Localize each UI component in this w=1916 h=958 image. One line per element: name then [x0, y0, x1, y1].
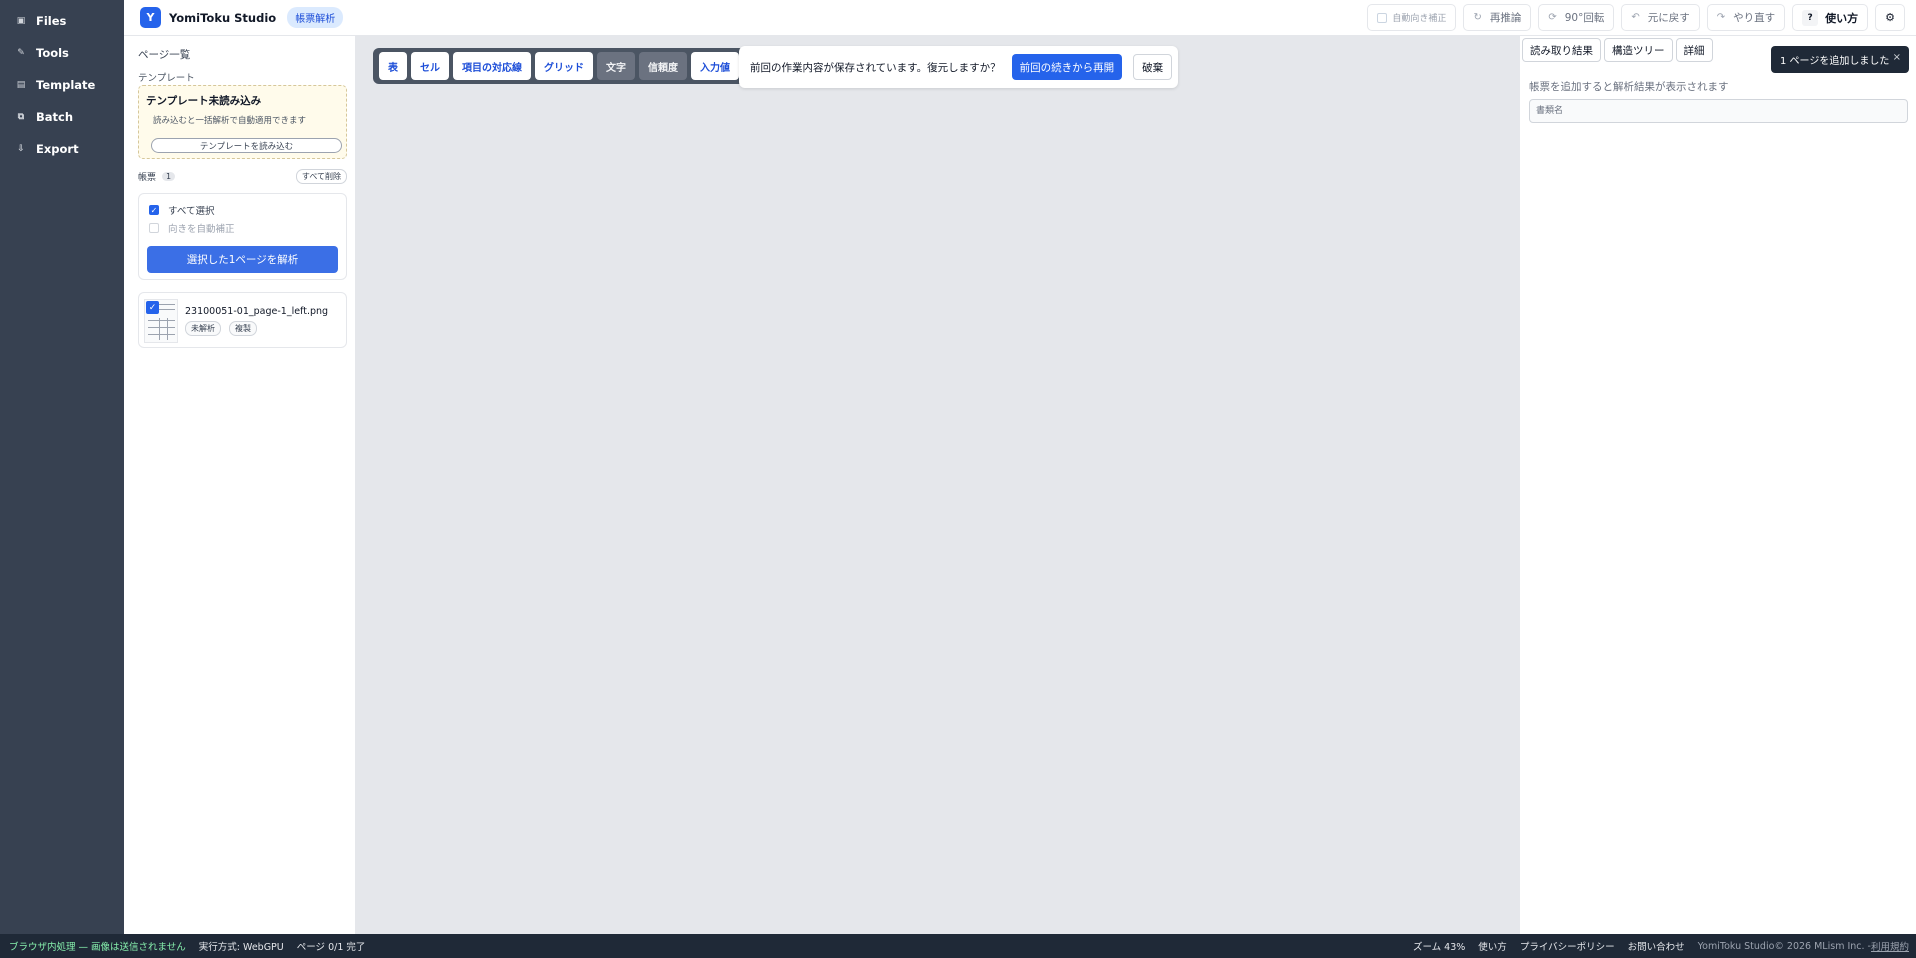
nav-label: Template: [36, 78, 96, 92]
privacy-policy-link[interactable]: プライバシーポリシー: [1520, 939, 1615, 953]
auto-orient-option-label: 向きを自動補正: [168, 224, 235, 235]
sidebar-title: ページ一覧: [138, 49, 191, 61]
undo-button[interactable]: ↶ 元に戻す: [1621, 4, 1700, 31]
file-name: 23100051-01_page-1_left.png: [185, 306, 329, 317]
parse-selected-button[interactable]: 選択した1ページを解析: [147, 246, 338, 273]
copyright: YomiToku Studio© 2026 MLism Inc. -: [1697, 940, 1871, 952]
page-progress: ページ 0/1 完了: [296, 942, 366, 953]
help-icon: ?: [1802, 9, 1819, 26]
nav-item-export[interactable]: ⇩ Export: [0, 133, 124, 165]
nav-label: Tools: [36, 46, 69, 60]
undo-label: 元に戻す: [1647, 12, 1690, 24]
select-all-row[interactable]: ✓ すべて選択: [149, 203, 214, 217]
batch-icon: ⧉: [17, 112, 25, 122]
results-tabs: 読み取り結果 構造ツリー 詳細: [1522, 38, 1716, 62]
terms-link[interactable]: 利用規約: [1871, 939, 1909, 953]
file-select-checkbox[interactable]: ✓: [146, 301, 159, 314]
template-panel: テンプレート未読み込み 読み込むと一括解析で自動適用できます テンプレートを読み…: [138, 85, 347, 159]
nav-label: Files: [36, 14, 67, 28]
auto-orient-label: 自動向き補正: [1392, 14, 1447, 24]
duplicate-badge[interactable]: 複製: [229, 321, 257, 336]
nav-label: Export: [36, 142, 79, 156]
toggle-table[interactable]: 表: [379, 52, 407, 80]
undo-icon: ↶: [1631, 12, 1640, 23]
mode-badge: 帳票解析: [287, 7, 344, 28]
settings-button[interactable]: ⚙: [1875, 4, 1905, 31]
empty-results-message: 帳票を追加すると解析結果が表示されます: [1529, 81, 1729, 93]
nav-item-batch[interactable]: ⧉ Batch: [0, 101, 124, 133]
tab-results[interactable]: 読み取り結果: [1522, 38, 1601, 62]
tab-details[interactable]: 詳細: [1675, 38, 1713, 62]
rotate-button[interactable]: ⟳ 90°回転: [1538, 4, 1615, 31]
toggle-confidence[interactable]: 信頼度: [639, 52, 687, 80]
template-status: テンプレート未読み込み: [146, 95, 262, 107]
auto-orient-checkbox[interactable]: [149, 223, 159, 233]
template-section-label: テンプレート: [138, 73, 195, 84]
app-header: Y YomiToku Studio 帳票解析 自動向き補正 ↻ 再推論 ⟳ 90…: [124, 0, 1916, 36]
privacy-status: ブラウザ内処理 — 画像は送信されません: [9, 942, 186, 953]
document-canvas[interactable]: 表 セル 項目の対応線 グリッド 文字 信頼度 入力値 前回の作業内容が保存され…: [356, 36, 1519, 934]
rotate-label: 90°回転: [1564, 12, 1605, 24]
help-label: 使い方: [1825, 11, 1859, 25]
redo-label: やり直す: [1733, 12, 1776, 24]
nav-label: Batch: [36, 110, 74, 124]
toggle-input-values[interactable]: 入力値: [691, 52, 739, 80]
template-icon: ▤: [16, 80, 26, 90]
load-template-button[interactable]: テンプレートを読み込む: [151, 138, 342, 153]
toggle-cell[interactable]: セル: [411, 52, 449, 80]
usage-link[interactable]: 使い方: [1478, 939, 1507, 953]
auto-orient-row[interactable]: 向きを自動補正: [149, 221, 235, 235]
status-bar: ブラウザ内処理 — 画像は送信されません 実行方式: WebGPU ページ 0/…: [0, 934, 1916, 958]
toast-message: 1 ページを追加しました: [1780, 56, 1890, 67]
contact-link[interactable]: お問い合わせ: [1628, 939, 1685, 953]
app-logo: Y: [140, 7, 161, 28]
toast-notification: 1 ページを追加しました ×: [1771, 46, 1909, 73]
status-right: ズーム 43% 使い方 プライバシーポリシー お問い合わせ YomiToku S…: [1400, 934, 1909, 958]
nav-rail: ▣ Files ✎ Tools ▤ Template ⧉ Batch ⇩ Exp…: [0, 0, 124, 934]
gear-icon: ⚙: [1885, 11, 1895, 24]
clear-all-button[interactable]: すべて削除: [295, 169, 347, 184]
overlay-toolbar: 表 セル 項目の対応線 グリッド 文字 信頼度 入力値: [373, 48, 745, 84]
files-icon: ▣: [16, 16, 26, 26]
document-name-field[interactable]: [1529, 99, 1908, 123]
toggle-grid[interactable]: グリッド: [535, 52, 593, 80]
selection-panel: ✓ すべて選択 向きを自動補正 選択した1ページを解析: [138, 193, 347, 280]
nav-item-tools[interactable]: ✎ Tools: [0, 37, 124, 69]
reinfer-button[interactable]: ↻ 再推論: [1463, 4, 1532, 31]
redo-button[interactable]: ↷ やり直す: [1706, 4, 1786, 31]
checkbox-icon: [1377, 12, 1388, 23]
forms-label: 帳票: [138, 172, 157, 183]
rotate-icon: ⟳: [1548, 12, 1557, 23]
status-badge: 未解析: [185, 321, 221, 336]
close-icon[interactable]: ×: [1893, 52, 1901, 63]
toggle-field-links[interactable]: 項目の対応線: [453, 52, 531, 80]
header-actions: 自動向き補正 ↻ 再推論 ⟳ 90°回転 ↶ 元に戻す ↷ やり直す ? 使い方…: [1360, 4, 1905, 31]
tab-structure-tree[interactable]: 構造ツリー: [1604, 38, 1673, 62]
export-icon: ⇩: [17, 144, 25, 154]
select-all-label: すべて選択: [168, 206, 215, 217]
auto-orient-toggle[interactable]: 自動向き補正: [1367, 4, 1457, 31]
forms-count-badge: 1: [162, 171, 176, 181]
file-list-item[interactable]: ✓ 23100051-01_page-1_left.png 未解析 複製: [138, 292, 347, 348]
help-button[interactable]: ? 使い方: [1792, 4, 1869, 31]
refresh-icon: ↻: [1473, 12, 1482, 23]
reinfer-label: 再推論: [1489, 12, 1522, 24]
zoom-level: ズーム 43%: [1412, 942, 1466, 953]
nav-item-template[interactable]: ▤ Template: [0, 69, 124, 101]
app-title: YomiToku Studio: [169, 10, 277, 25]
toggle-text[interactable]: 文字: [597, 52, 635, 80]
forms-header: 帳票 1 すべて削除: [138, 169, 347, 184]
page-list-sidebar: ページ一覧 テンプレート テンプレート未読み込み 読み込むと一括解析で自動適用で…: [129, 36, 356, 934]
discard-button[interactable]: 破棄: [1133, 54, 1173, 80]
nav-item-files[interactable]: ▣ Files: [0, 5, 124, 37]
restore-message: 前回の作業内容が保存されています。復元しますか？: [750, 61, 1001, 74]
tools-icon: ✎: [17, 48, 25, 58]
resume-button[interactable]: 前回の続きから再開: [1011, 54, 1123, 80]
redo-icon: ↷: [1716, 12, 1726, 23]
restore-banner: 前回の作業内容が保存されています。復元しますか？ 前回の続きから再開 破棄: [739, 46, 1178, 88]
results-panel: 読み取り結果 構造ツリー 詳細 帳票を追加すると解析結果が表示されます: [1519, 36, 1916, 934]
select-all-checkbox[interactable]: ✓: [149, 205, 159, 215]
template-description: 読み込むと一括解析で自動適用できます: [153, 116, 307, 126]
runtime-status: 実行方式: WebGPU: [198, 942, 284, 953]
